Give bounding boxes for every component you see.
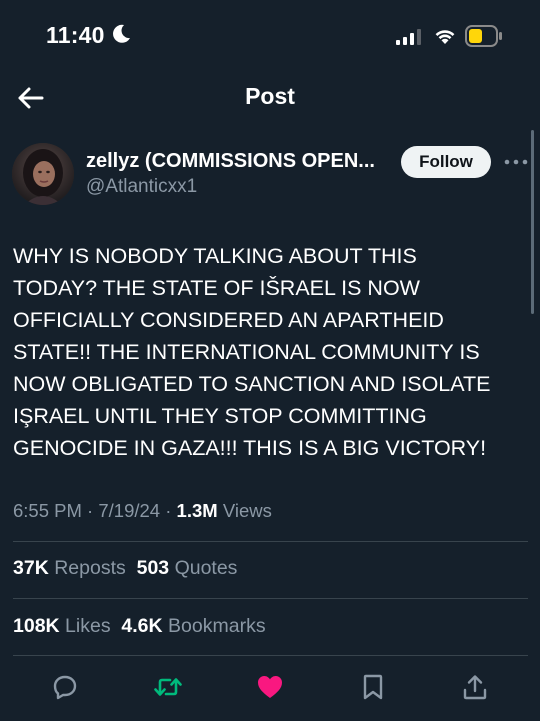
stats-row-likes: 108K Likes 4.6K Bookmarks bbox=[13, 615, 266, 638]
follow-button[interactable]: Follow bbox=[401, 146, 491, 178]
reposts-count: 37K bbox=[13, 557, 49, 579]
quotes-stat[interactable]: 503 Quotes bbox=[137, 557, 238, 579]
wifi-icon bbox=[435, 30, 455, 44]
battery-icon bbox=[465, 25, 502, 47]
post-action-bar bbox=[0, 664, 540, 708]
post-text-line: STATE!! THE INTERNATIONAL COMMUNITY IS bbox=[13, 340, 480, 364]
author-display-name[interactable]: zellyz (COMMISSIONS OPEN... bbox=[86, 150, 375, 173]
status-time: 11:40 bbox=[46, 22, 105, 48]
cellular-signal-icon bbox=[396, 29, 421, 45]
likes-count: 108K bbox=[13, 615, 60, 637]
likes-stat[interactable]: 108K Likes bbox=[13, 615, 111, 637]
views-count: 1.3M bbox=[176, 500, 218, 521]
stats-row-reposts: 37K Reposts 503 Quotes bbox=[13, 557, 237, 580]
bookmarks-stat[interactable]: 4.6K Bookmarks bbox=[121, 615, 265, 637]
post-text-line: TODAY? THE STATE OF IŠRAEL IS NOW bbox=[13, 276, 420, 300]
share-icon bbox=[463, 675, 487, 700]
meta-separator: · bbox=[81, 500, 99, 521]
post-text-line: OFFICIALLY CONSIDERED AN APARTHEID bbox=[13, 308, 444, 332]
divider bbox=[13, 598, 528, 599]
more-options-button[interactable] bbox=[503, 152, 529, 172]
author-handle[interactable]: @Atlanticxx1 bbox=[86, 176, 197, 198]
post-header: Post bbox=[0, 72, 540, 122]
bookmark-icon bbox=[363, 674, 383, 700]
avatar[interactable] bbox=[12, 143, 74, 205]
meta-separator: · bbox=[160, 500, 177, 521]
profile-photo bbox=[12, 143, 74, 205]
more-horizontal-icon bbox=[504, 159, 528, 165]
quotes-count: 503 bbox=[136, 557, 170, 579]
divider bbox=[13, 655, 528, 656]
repost-icon bbox=[154, 678, 182, 696]
do-not-disturb-moon-icon bbox=[113, 24, 130, 43]
quotes-label: Quotes bbox=[174, 557, 238, 579]
reply-button[interactable] bbox=[47, 670, 83, 704]
post-text-line: IŞRAEL UNTIL THEY STOP COMMITTING bbox=[13, 404, 427, 428]
views-label: Views bbox=[222, 500, 272, 521]
bookmark-button[interactable] bbox=[355, 670, 391, 704]
reply-icon bbox=[53, 675, 77, 700]
post-date[interactable]: 7/19/24 bbox=[98, 500, 160, 521]
post-text-line: GENOCIDE IN GAZA!!! THIS IS A BIG VICTOR… bbox=[13, 436, 487, 460]
bookmarks-count: 4.6K bbox=[121, 615, 163, 637]
likes-label: Likes bbox=[65, 615, 111, 637]
post-text-line: WHY IS NOBODY TALKING ABOUT THIS bbox=[13, 244, 417, 268]
post-text: WHY IS NOBODY TALKING ABOUT THIS TODAY? … bbox=[13, 240, 528, 464]
like-button[interactable] bbox=[252, 670, 288, 704]
repost-button[interactable] bbox=[150, 670, 186, 704]
page-title: Post bbox=[245, 83, 295, 109]
post-meta: 6:55 PM · 7/19/24 · 1.3M Views bbox=[13, 500, 272, 522]
scrollbar[interactable] bbox=[531, 130, 534, 314]
divider bbox=[13, 541, 528, 542]
status-bar: 11:40 bbox=[0, 0, 540, 72]
reposts-label: Reposts bbox=[54, 557, 126, 579]
reposts-stat[interactable]: 37K Reposts bbox=[13, 557, 126, 579]
post-text-line: NOW OBLIGATED TO SANCTION AND ISOLATE bbox=[13, 372, 491, 396]
bookmarks-label: Bookmarks bbox=[168, 615, 266, 637]
share-button[interactable] bbox=[457, 670, 493, 704]
post-time[interactable]: 6:55 PM bbox=[13, 500, 82, 521]
heart-icon bbox=[258, 676, 282, 698]
